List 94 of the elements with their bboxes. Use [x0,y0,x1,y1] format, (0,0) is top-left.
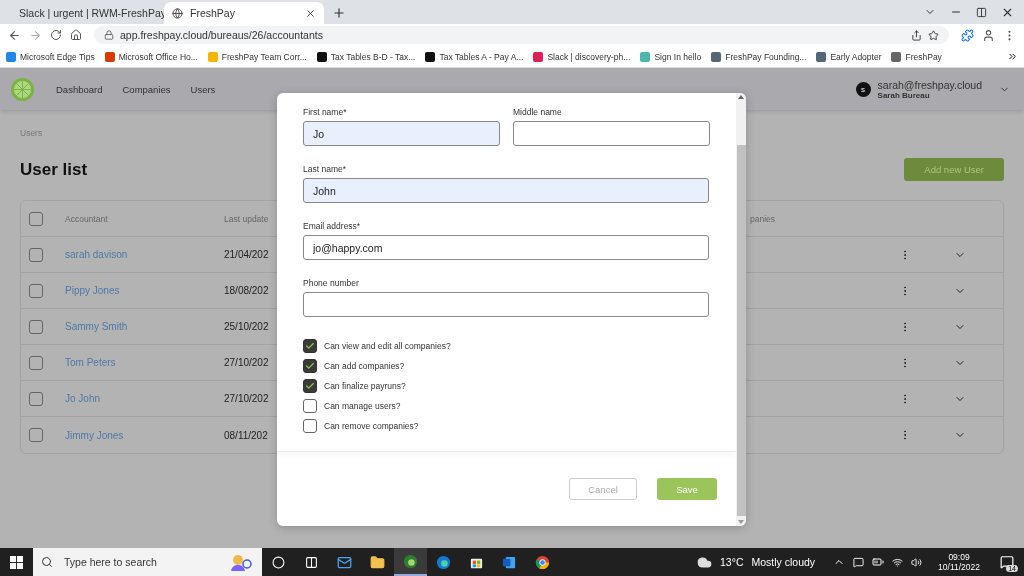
checkbox[interactable] [29,211,43,226]
taskbar-app[interactable] [394,548,427,576]
input-field[interactable] [513,121,710,146]
input-field[interactable]: Jo [303,121,500,146]
temperature: 13°C [720,556,744,568]
bookmark[interactable]: Tax Tables A - Pay A... [425,51,524,62]
mail-icon [337,554,352,570]
taskbar-search-field[interactable]: Type here to search [33,548,262,576]
checkbox[interactable] [29,428,43,442]
input-field[interactable]: jo@happy.com [303,235,709,260]
page-title: User list [20,159,88,180]
checkbox[interactable] [29,319,43,334]
home-icon[interactable] [70,29,82,41]
checkbox[interactable] [29,283,43,298]
nav-link[interactable]: Companies [122,83,171,95]
checkbox[interactable] [303,419,317,433]
notification-icon [1000,555,1014,569]
browser-tab[interactable]: Slack | urgent | RWM-FreshPay [4,2,164,24]
checkbox[interactable] [29,391,43,406]
globe-icon [172,7,183,19]
browser-tab[interactable]: FreshPay [164,2,324,24]
battery-icon[interactable] [872,556,885,568]
edge-icon [436,554,451,570]
back-icon[interactable] [8,28,21,42]
search-icon [41,556,53,568]
field-label: Middle name [513,107,563,117]
bookmark[interactable]: Early Adopter [816,51,882,62]
circle-icon[interactable] [272,555,285,569]
column-header: Last update [224,213,270,224]
restore-icon[interactable] [976,6,987,18]
folder-icon [370,554,385,570]
checkbox[interactable] [303,339,317,353]
lock-icon [104,30,114,40]
bookmark[interactable]: FreshPay [891,51,942,62]
column-header: panies [750,213,776,224]
user-avatar: s [855,81,871,97]
field-label: First name* [303,107,348,117]
bookmark[interactable]: FreshPay Founding... [711,51,807,62]
bookmark[interactable]: Microsoft Edge Tips [6,51,95,62]
checkbox-label: Can finalize payruns? [324,381,406,391]
column-header: Accountant [65,213,109,224]
lime-logo [10,76,35,102]
windows-start-icon[interactable] [10,555,23,569]
task-view-icon[interactable] [305,555,318,569]
reload-icon[interactable] [50,29,62,41]
bookmark[interactable]: Sign In hello [640,51,702,62]
message-icon[interactable] [853,556,865,568]
scrollbar[interactable] [736,93,746,526]
clock[interactable]: 09:09 10/11/2022 [938,552,980,572]
nav-link[interactable]: Users [190,83,216,95]
field-label: Email address* [303,221,362,231]
bookmark[interactable]: Slack | discovery-ph... [533,51,631,62]
extension-icon[interactable] [961,28,974,42]
checkbox[interactable] [29,247,43,262]
checkbox[interactable] [303,379,317,393]
new-tab-icon[interactable] [332,6,346,20]
checkbox-label: Can add companies? [324,361,405,371]
table-cell-text: 21/04/202 [224,249,270,260]
checkbox-label: Can remove companies? [324,421,419,431]
chrome-icon [535,554,550,570]
cloud-icon [697,554,712,570]
weather-text: Mostly cloudy [751,556,816,568]
checkbox[interactable] [29,355,43,370]
checkbox-label: Can manage users? [324,401,401,411]
share-icon[interactable] [911,29,922,41]
field-label: Phone number [303,278,360,288]
more-bookmarks-icon[interactable] [1007,51,1018,62]
input-field[interactable]: John [303,178,709,203]
checkbox-label: Can view and edit all companies? [324,341,451,351]
checkbox[interactable] [303,359,317,373]
user-email: sarah@freshpay.cloud [877,78,982,91]
bookmark[interactable]: FreshPay Team Corr... [207,51,307,62]
search-field[interactable]: Type here to search [62,555,219,569]
table-cell-text: 27/10/202 [224,357,270,368]
close-icon[interactable] [305,7,316,19]
bookmark[interactable]: Tax Tables B-D - Tax... [316,51,416,62]
table-cell-text: 25/10/202 [224,321,270,332]
input-field[interactable] [303,292,709,317]
user-name: Sarah Bureau [877,90,930,100]
search-highlight-icon [228,552,254,572]
table-cell-text: 27/10/202 [224,393,270,404]
wifi-icon[interactable] [892,556,904,568]
checkbox[interactable] [303,399,317,413]
table-cell-text: 08/11/202 [224,429,269,441]
field-label: Last name* [303,164,347,174]
nav-link[interactable]: Dashboard [56,83,103,95]
star-icon[interactable] [928,29,939,41]
volume-icon[interactable] [911,556,923,568]
bookmark[interactable]: Microsoft Office Ho... [104,51,198,62]
profile-icon[interactable] [982,28,995,42]
edge-icon [403,553,418,569]
document-icon [502,554,517,570]
table-cell-text: 18/08/202 [224,285,270,296]
address-bar[interactable]: app.freshpay.cloud/bureaus/26/accountants [94,26,949,44]
